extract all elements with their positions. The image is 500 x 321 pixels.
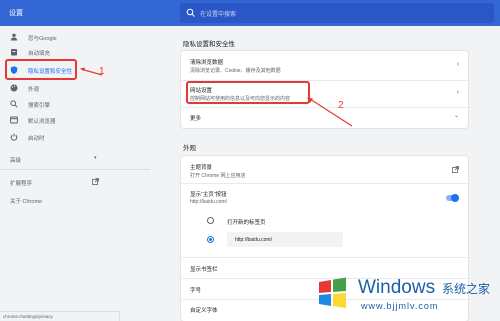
sidebar-advanced[interactable]: 高级: [10, 156, 21, 164]
theme-row[interactable]: 主题背景 打开 Chrome 网上应用店: [181, 156, 468, 183]
radio-custom-url[interactable]: [207, 236, 214, 243]
sidebar-item-search-engine[interactable]: 搜索引擎: [0, 97, 150, 111]
watermark: Windows 系统之家 www.bjjmlv.com: [306, 268, 498, 318]
annotation-arrow-2: [307, 97, 353, 127]
sidebar-item-autofill[interactable]: 自动填充: [0, 45, 150, 59]
windows-logo-icon: [319, 277, 346, 308]
watermark-brand: Windows: [358, 277, 436, 298]
watermark-url: www.bjjmlv.com: [361, 301, 439, 311]
search-input[interactable]: 在设置中搜索: [180, 3, 494, 23]
annotation-marker-2: 2: [338, 100, 344, 111]
appearance-section-heading: 外观: [183, 145, 196, 152]
sidebar-extensions[interactable]: 扩展程序: [10, 179, 32, 187]
home-button-toggle[interactable]: [446, 194, 459, 202]
home-page-url-input[interactable]: http://baidu.com/: [227, 232, 343, 247]
search-icon: [186, 8, 195, 17]
radio-new-tab-row[interactable]: 打开新的标签页: [181, 213, 468, 228]
search-placeholder: 在设置中搜索: [200, 12, 237, 18]
sidebar-divider: [0, 169, 150, 170]
status-bar: chrome://settings/privacy: [0, 311, 120, 321]
sidebar-item-you-and-google[interactable]: 您与Google: [0, 30, 150, 44]
privacy-section-heading: 隐私设置和安全性: [183, 41, 235, 48]
open-in-new-icon[interactable]: [92, 178, 99, 185]
browser-icon: [10, 116, 18, 124]
radio-new-tab[interactable]: [207, 217, 214, 224]
annotation-marker-1: 1: [99, 66, 105, 77]
page-title: 设置: [9, 10, 23, 17]
sidebar-item-appearance[interactable]: 外观: [0, 81, 150, 95]
search-icon: [10, 100, 18, 108]
watermark-cn: 系统之家: [442, 282, 491, 296]
settings-header: 设置 在设置中搜索: [0, 0, 500, 26]
clear-browsing-data-row[interactable]: 清除浏览数据 清除浏览记录、Cookie、缓存及其他数据 ›: [181, 51, 468, 80]
sidebar-item-default-browser[interactable]: 默认浏览器: [0, 113, 150, 127]
chevron-right-icon: ›: [456, 61, 459, 68]
chevron-down-icon: ⌄: [453, 113, 459, 119]
annotation-highlight-site-settings: [186, 81, 310, 104]
home-button-row: 显示“主页”按钮 http://baidu.com/: [181, 184, 468, 210]
sidebar-item-on-startup[interactable]: 启动时: [0, 130, 150, 144]
chevron-down-icon[interactable]: ▾: [94, 155, 97, 161]
clipboard-icon: [11, 49, 17, 56]
annotation-highlight-privacy: [5, 59, 77, 80]
chevron-right-icon: ›: [456, 89, 459, 96]
palette-icon: [10, 84, 18, 92]
power-icon: [10, 133, 18, 141]
sidebar-about-chrome[interactable]: 关于 Chrome: [10, 197, 42, 205]
person-icon: [10, 33, 18, 41]
open-in-new-icon: [452, 166, 459, 173]
